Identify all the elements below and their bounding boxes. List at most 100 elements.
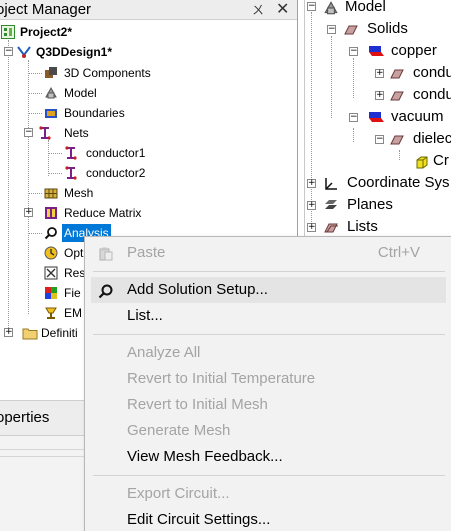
tree-item-label: Cr: [433, 152, 449, 169]
tree-item-label: Coordinate Sys: [347, 174, 450, 191]
solid-object-icon: [389, 88, 404, 102]
tree-item-label: Planes: [347, 196, 393, 213]
net-icon: [64, 146, 78, 160]
results-icon: [44, 266, 58, 280]
properties-header: operties: [0, 400, 84, 436]
menu-item-label: Revert to Initial Mesh: [127, 396, 268, 413]
tree-item-label: condu: [413, 86, 451, 103]
expand-icon[interactable]: +: [24, 208, 33, 217]
tree-line: [28, 73, 42, 74]
reduce-matrix-icon: [44, 206, 58, 220]
menu-separator: [93, 475, 445, 476]
collapse-icon[interactable]: −: [4, 47, 13, 56]
pin-icon[interactable]: ㄨ: [252, 1, 264, 18]
em-icon: [44, 306, 58, 320]
tree-item-label: Model: [64, 86, 97, 100]
analysis-icon: [44, 226, 58, 240]
tree-item-label: conductor1: [86, 146, 146, 160]
model-icon: [323, 0, 338, 15]
analysis-setup-icon: [98, 282, 114, 299]
tree-item-conductor2[interactable]: conductor2: [62, 164, 262, 182]
nets-icon: [38, 126, 52, 140]
tree-item-label: Res: [64, 266, 86, 280]
collapse-icon[interactable]: −: [307, 2, 316, 11]
tree-item-label: Fie: [64, 286, 81, 300]
tree-line: [353, 58, 354, 98]
tree-item-label: Lists: [347, 218, 378, 235]
tree-item-model[interactable]: Model: [42, 84, 242, 102]
tree-line: [48, 173, 62, 174]
close-icon[interactable]: ✕: [276, 0, 289, 19]
boundaries-icon: [44, 106, 58, 120]
paste-icon: [98, 245, 114, 261]
menu-item-generate-mesh[interactable]: Generate Mesh: [91, 418, 446, 444]
tree-line: [48, 153, 62, 154]
tree-item-label: Solids: [367, 20, 408, 37]
tree-item-label: vacuum: [391, 108, 444, 125]
tree-item-conductor1[interactable]: conductor1: [62, 144, 262, 162]
create-box-icon: [415, 154, 429, 169]
tree-line: [28, 93, 42, 94]
net-icon: [64, 166, 78, 180]
menu-item-analyze-all[interactable]: Analyze All: [91, 340, 446, 366]
expand-icon[interactable]: +: [375, 91, 384, 100]
expand-icon[interactable]: +: [375, 69, 384, 78]
tree-line: [28, 233, 42, 234]
material-icon: [367, 110, 384, 124]
solid-object-icon: [389, 132, 404, 146]
menu-item-add-solution-setup[interactable]: Add Solution Setup...: [91, 277, 446, 303]
expand-icon[interactable]: +: [307, 179, 316, 188]
tree-item-label: Mesh: [64, 186, 94, 200]
tree-item-label: conductor2: [86, 166, 146, 180]
expand-icon[interactable]: +: [307, 201, 316, 210]
solids-icon: [343, 22, 358, 36]
tree-line: [28, 113, 42, 114]
tree-item-label: EM: [64, 306, 82, 320]
tree-item-label: condu: [413, 64, 451, 81]
tree-item-nets[interactable]: Nets: [34, 124, 234, 142]
properties-title: operties: [0, 409, 50, 426]
tree-line: [311, 12, 312, 226]
optimetrics-icon: [44, 246, 58, 260]
solid-object-icon: [389, 66, 404, 80]
tree-item-label: Model: [345, 0, 386, 15]
tree-line: [28, 60, 29, 314]
lists-icon: [323, 220, 338, 234]
tree-item-boundaries[interactable]: Boundaries: [42, 104, 242, 122]
menu-item-view-mesh-feedback[interactable]: View Mesh Feedback...: [91, 444, 446, 470]
tree-item-label: Reduce Matrix: [64, 206, 142, 220]
field-overlays-icon: [44, 286, 58, 300]
menu-item-list[interactable]: List...: [91, 303, 446, 329]
menu-item-revert-temperature[interactable]: Revert to Initial Temperature: [91, 366, 446, 392]
menu-item-paste[interactable]: Paste Ctrl+V: [91, 240, 446, 266]
tree-item-3d-components[interactable]: 3D Components: [42, 64, 242, 82]
tree-item-reduce-matrix[interactable]: Reduce Matrix: [42, 204, 242, 222]
tree-item-mesh[interactable]: Mesh: [42, 184, 242, 202]
material-icon: [367, 44, 384, 58]
tree-item-design[interactable]: Q3DDesign1*: [14, 43, 214, 61]
tree-item-label: Boundaries: [64, 106, 125, 120]
menu-item-export-circuit[interactable]: Export Circuit...: [91, 481, 446, 507]
collapse-icon[interactable]: −: [375, 135, 384, 144]
components-icon: [44, 66, 58, 80]
tree-item-project[interactable]: Project2*: [0, 23, 200, 41]
collapse-icon[interactable]: −: [327, 25, 336, 34]
tree-line: [353, 128, 354, 142]
menu-separator: [93, 271, 445, 272]
expand-icon[interactable]: +: [307, 223, 316, 232]
collapse-icon[interactable]: −: [24, 128, 33, 137]
properties-body: [0, 436, 84, 531]
expand-icon[interactable]: +: [4, 328, 13, 337]
coordinate-system-icon: [323, 176, 337, 190]
folder-icon: [22, 326, 38, 340]
collapse-icon[interactable]: −: [349, 47, 358, 56]
menu-item-label: Generate Mesh: [127, 422, 231, 439]
menu-item-revert-mesh[interactable]: Revert to Initial Mesh: [91, 392, 446, 418]
tree-line: [399, 150, 400, 160]
menu-item-edit-circuit-settings[interactable]: Edit Circuit Settings...: [91, 507, 446, 531]
menu-item-label: Edit Circuit Settings...: [127, 511, 271, 528]
tree-line: [48, 140, 49, 176]
model-tree-pane: − Model − Solids − copper + condu + cond…: [304, 0, 451, 236]
collapse-icon[interactable]: −: [349, 113, 358, 122]
properties-toolbar-strip: [0, 449, 84, 457]
